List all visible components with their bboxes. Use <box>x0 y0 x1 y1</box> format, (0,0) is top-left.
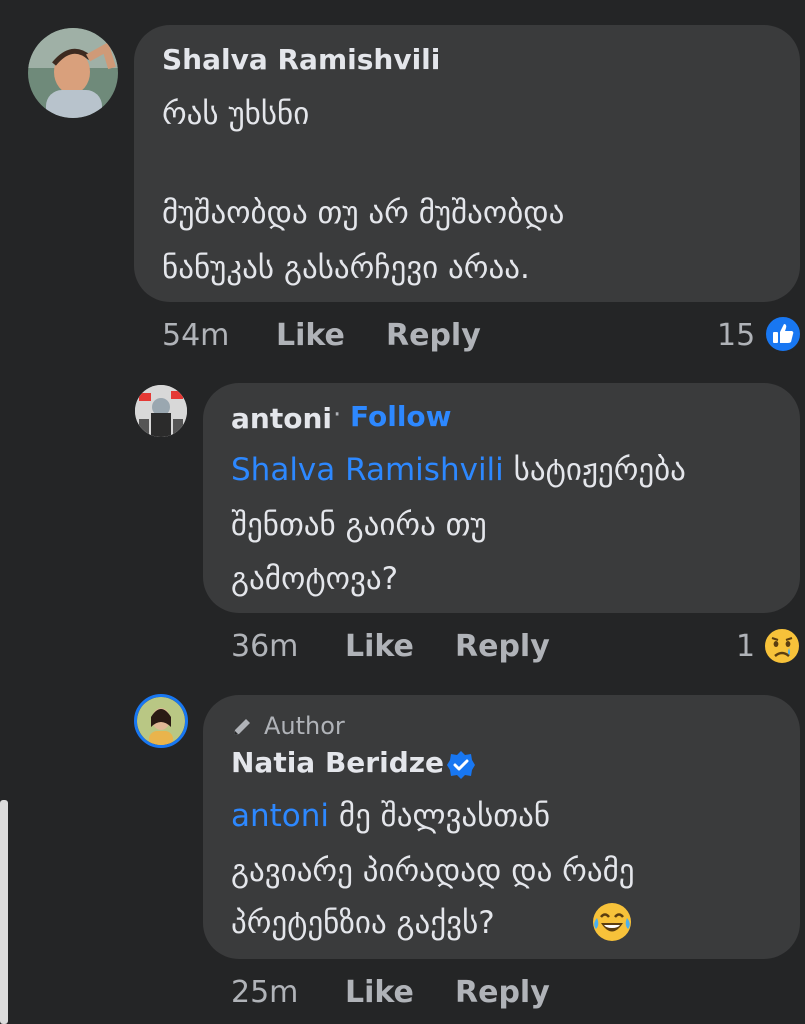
mention-link[interactable]: antoni <box>231 798 329 834</box>
like-button[interactable]: Like <box>345 975 414 1010</box>
author-badge: Author <box>264 712 345 740</box>
comment-text-line: Shalva Ramishvili სატიჟერება <box>231 452 686 488</box>
comment-text-line: პრეტენზია გაქვს? <box>231 905 495 941</box>
comment-author[interactable]: Natia Beridze <box>231 746 444 779</box>
reaction-count[interactable]: 15 <box>717 318 755 353</box>
pencil-icon <box>231 716 253 738</box>
reply-button[interactable]: Reply <box>386 318 481 353</box>
avatar-natia[interactable] <box>134 694 188 748</box>
comment-timestamp[interactable]: 25m <box>231 975 298 1010</box>
separator-dot: · <box>333 400 342 430</box>
comment-text-line: გავიარე პირადად და რამე <box>231 853 635 889</box>
like-icon[interactable] <box>764 315 802 353</box>
comment-text-line: შენთან გაირა თუ <box>231 507 487 543</box>
comment-text-line: გამოტოვა? <box>231 561 399 597</box>
comment-text-line: რას უხსნი <box>162 96 310 132</box>
like-button[interactable]: Like <box>345 629 414 664</box>
reaction-count[interactable]: 1 <box>736 629 755 664</box>
comment-timestamp[interactable]: 54m <box>162 318 229 353</box>
comment-author[interactable]: antoni <box>231 402 332 435</box>
scrollbar-handle[interactable] <box>0 800 8 1024</box>
avatar-shalva[interactable] <box>28 28 118 118</box>
verified-badge-icon <box>446 750 476 780</box>
comment-author[interactable]: Shalva Ramishvili <box>162 43 440 76</box>
comment-text-line: ნანუკას გასარჩევი არაა. <box>162 250 530 286</box>
follow-button[interactable]: Follow <box>350 400 452 433</box>
sad-emoji-icon[interactable] <box>762 626 802 666</box>
avatar-antoni[interactable] <box>135 385 187 437</box>
like-button[interactable]: Like <box>276 318 345 353</box>
comment-text-line: antoni მე შალვასთან <box>231 798 551 834</box>
laughing-emoji-icon <box>590 900 634 944</box>
mention-link[interactable]: Shalva Ramishvili <box>231 452 504 488</box>
comment-timestamp[interactable]: 36m <box>231 629 298 664</box>
comment-text-line: მუშაობდა თუ არ მუშაობდა <box>162 195 565 231</box>
reply-button[interactable]: Reply <box>455 629 550 664</box>
reply-button[interactable]: Reply <box>455 975 550 1010</box>
